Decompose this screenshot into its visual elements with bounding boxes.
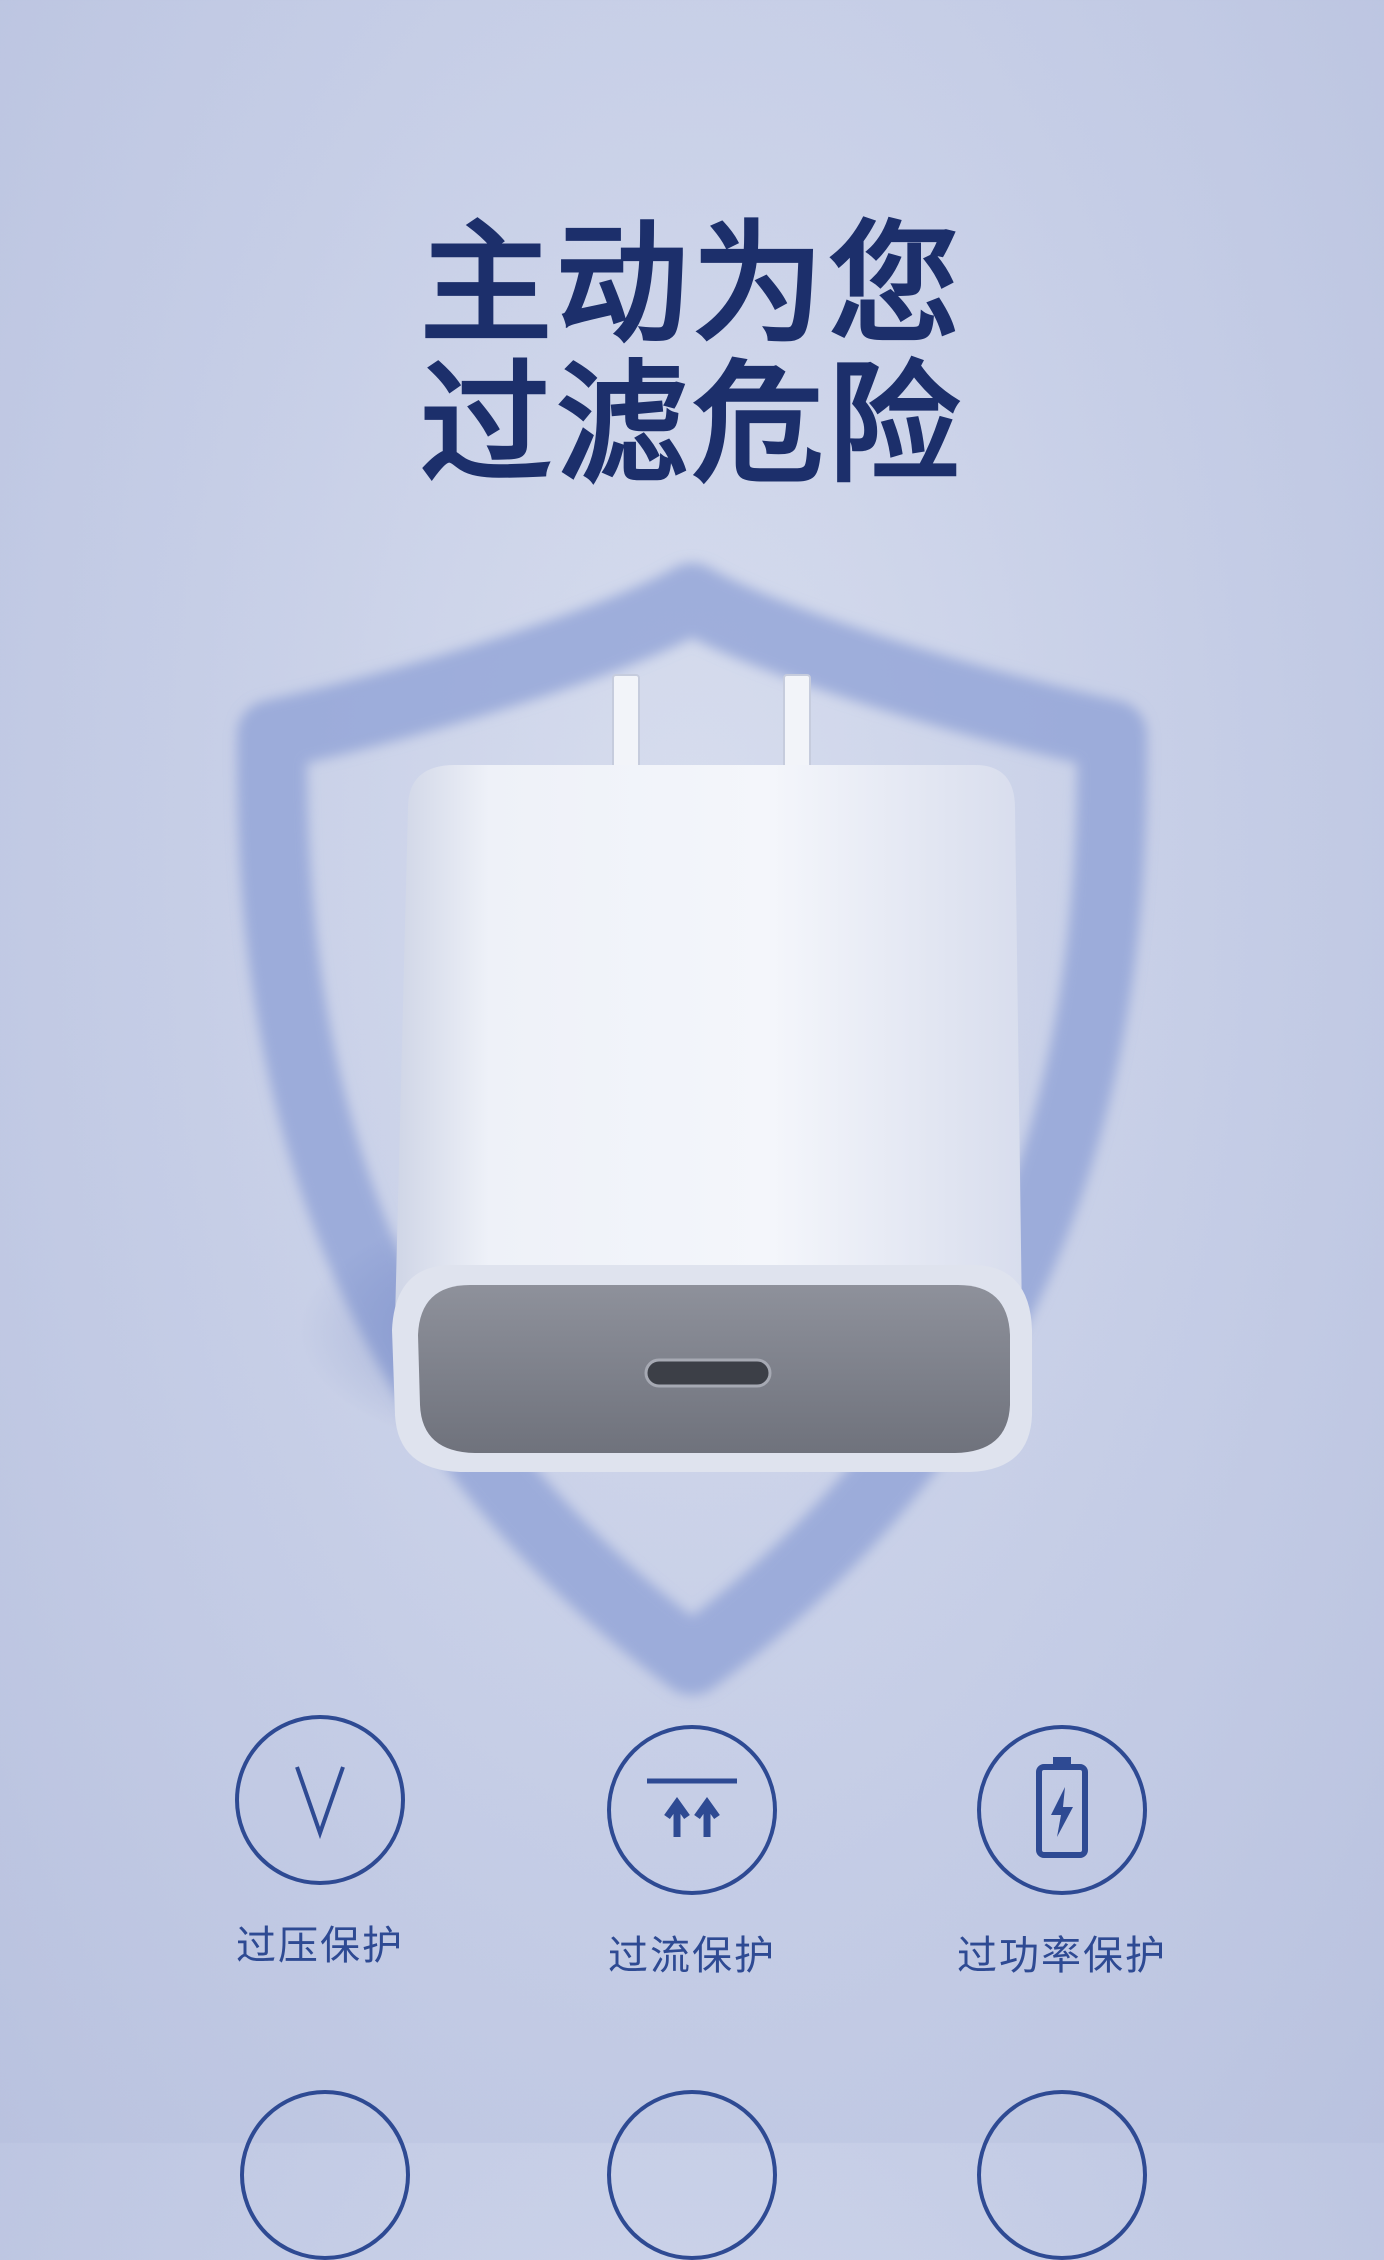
feature-circle-partial (607, 2090, 777, 2260)
feature-label: 过流保护 (608, 1933, 776, 1979)
charger-body (395, 765, 1022, 1320)
feature-overvoltage: 过压保护 (170, 1715, 470, 1971)
voltage-v-icon (295, 1766, 345, 1840)
feature-circle-partial (977, 2090, 1147, 2260)
battery-bolt-icon (1036, 1757, 1088, 1858)
feature-label: 过压保护 (236, 1923, 404, 1969)
feature-circle (977, 1725, 1147, 1895)
current-arrows-icon (647, 1778, 737, 1837)
usb-c-port-icon (644, 1358, 772, 1388)
feature-circle (607, 1725, 777, 1895)
feature-circle (235, 1715, 405, 1885)
feature-circle-partial (240, 2090, 410, 2260)
feature-label: 过功率保护 (957, 1933, 1167, 1979)
feature-overpower: 过功率保护 (912, 1725, 1212, 1981)
feature-overcurrent: 过流保护 (542, 1725, 842, 1981)
